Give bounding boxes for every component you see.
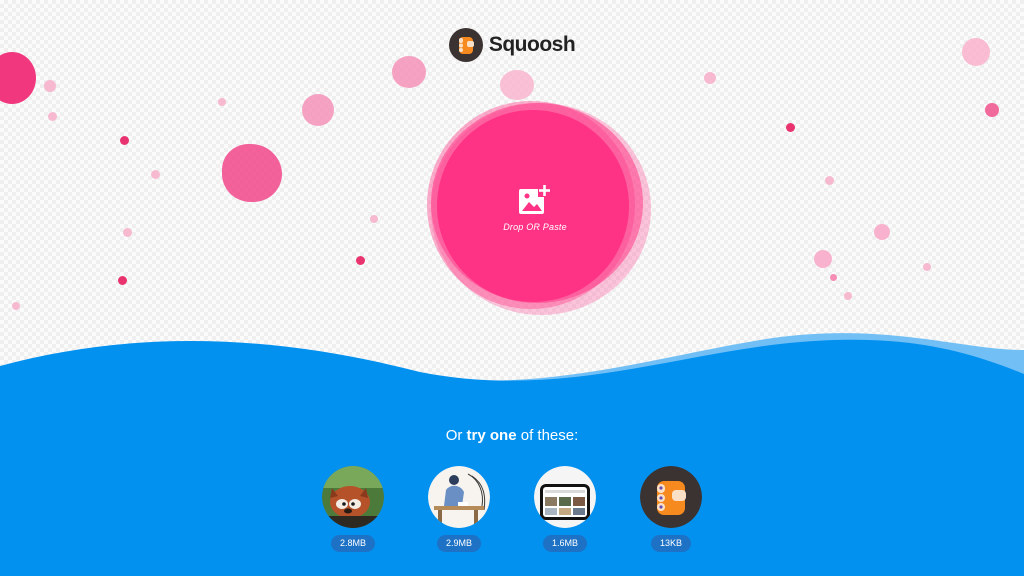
- decor-blob: [356, 256, 365, 265]
- decor-blob: [118, 276, 127, 285]
- drop-zone-content: Drop OR Paste: [425, 95, 645, 315]
- file-size-badge: 13KB: [650, 535, 692, 552]
- squoosh-logo-thumbnail: [640, 466, 702, 528]
- decor-blob: [704, 72, 716, 84]
- red-panda-thumbnail: [322, 466, 384, 528]
- decor-blob: [985, 103, 999, 117]
- app-header: Squoosh: [0, 28, 1024, 62]
- decor-blob: [874, 224, 890, 240]
- drop-or-paste-label: Drop OR Paste: [503, 222, 567, 232]
- app-title: Squoosh: [488, 33, 576, 56]
- heading-prefix: Or: [445, 427, 467, 444]
- sample-images-list: 2.8MB 2.9MB 1.6MB 13KB: [0, 466, 1024, 552]
- try-samples-heading: Or try one of these:: [0, 427, 1024, 444]
- illustration-thumbnail: [428, 466, 490, 528]
- sample-phone-screenshot[interactable]: 1.6MB: [534, 466, 596, 552]
- file-size-badge: 2.8MB: [330, 535, 375, 552]
- image-drop-zone[interactable]: Drop OR Paste: [425, 95, 651, 321]
- decor-blob: [302, 94, 334, 126]
- file-size-badge: 2.9MB: [436, 535, 481, 552]
- squoosh-intro-screen: Squoosh Drop OR Paste Or try one of thes…: [0, 0, 1024, 576]
- decor-blob: [923, 263, 931, 271]
- squoosh-hand-logo-icon: [448, 28, 483, 62]
- decor-blob: [120, 136, 129, 145]
- decor-blob: [151, 170, 160, 179]
- heading-bold: try one: [466, 427, 517, 444]
- decor-blob: [825, 176, 834, 185]
- sample-illustration[interactable]: 2.9MB: [428, 466, 490, 552]
- decor-blob: [370, 215, 378, 223]
- phone-screenshot-thumbnail: [534, 466, 596, 528]
- sample-red-panda[interactable]: 2.8MB: [322, 466, 384, 552]
- decor-blob: [786, 123, 795, 132]
- file-size-badge: 1.6MB: [542, 535, 587, 552]
- decor-blob: [222, 144, 282, 202]
- decor-blob: [44, 80, 56, 92]
- decor-blob: [814, 250, 832, 268]
- decor-blob: [48, 112, 57, 121]
- decor-blob: [218, 98, 226, 106]
- decor-blob: [123, 228, 132, 237]
- add-image-icon: [519, 184, 551, 214]
- decor-blob: [830, 274, 837, 281]
- sample-logo[interactable]: 13KB: [640, 466, 702, 552]
- heading-suffix: of these:: [516, 427, 579, 444]
- decor-blob: [844, 292, 852, 300]
